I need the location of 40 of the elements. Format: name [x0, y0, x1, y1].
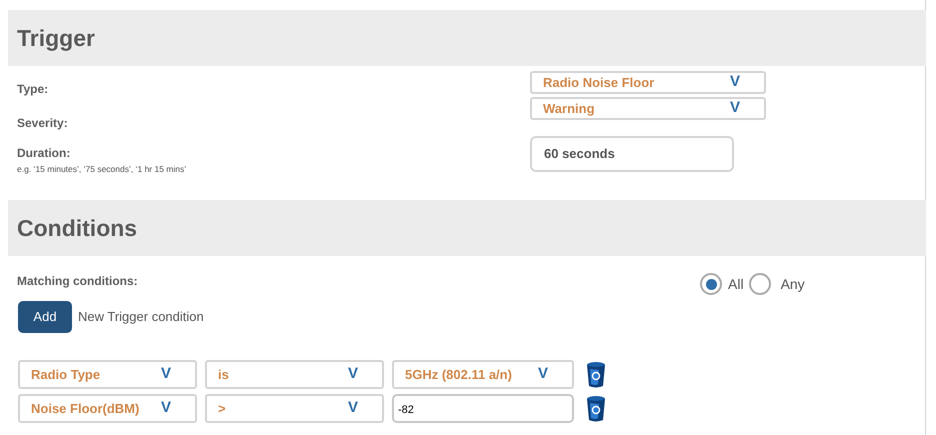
caret-icon: V	[348, 363, 358, 386]
dropdown[interactable]: is V	[205, 360, 384, 389]
dropdown-value: Radio Noise Floor	[543, 74, 654, 92]
caret-icon: V	[160, 397, 171, 420]
caret-icon: V	[730, 97, 740, 120]
dropdown-value: is	[218, 366, 229, 384]
dropdown[interactable]: Radio Type V	[18, 360, 197, 389]
field-label: Matching conditions:	[17, 273, 138, 290]
field-label: Duration:	[17, 145, 72, 162]
section-title: Conditions	[17, 214, 138, 243]
caret-icon: V	[348, 397, 358, 420]
input-field[interactable]: 60 seconds	[530, 136, 734, 172]
trash-icon[interactable]	[586, 395, 606, 422]
dropdown-value: 5GHz (802.11 a/n)	[405, 366, 512, 384]
dropdown-value: >	[218, 400, 226, 418]
radio-label: Any	[780, 274, 805, 294]
caret-icon: V	[160, 363, 171, 386]
dropdown[interactable]: 5GHz (802.11 a/n) V	[392, 360, 574, 389]
dropdown-value: Warning	[543, 100, 595, 118]
caret-icon: V	[538, 363, 548, 386]
radio-button[interactable]	[700, 273, 722, 295]
field-value: -82	[398, 404, 414, 416]
dropdown[interactable]: > V	[205, 394, 384, 423]
caret-icon: V	[730, 71, 740, 94]
field-value: 60 seconds	[544, 145, 615, 164]
dropdown[interactable]: Warning V	[530, 97, 766, 120]
dropdown[interactable]: Noise Floor(dBM) V	[18, 394, 197, 423]
field-label: Type:	[17, 81, 48, 98]
dropdown-value: Noise Floor(dBM)	[31, 400, 140, 418]
trash-icon[interactable]	[586, 361, 606, 388]
add-button[interactable]: Add	[18, 301, 72, 333]
radio-label: All	[728, 274, 744, 294]
field-label: Severity:	[17, 115, 68, 132]
dropdown[interactable]: Radio Noise Floor V	[530, 71, 766, 94]
hint-text: e.g. ‘15 minutes’, ‘75 seconds’, ‘1 hr 15 mins’	[17, 163, 186, 176]
dropdown-value: Radio Type	[31, 366, 100, 384]
text-area[interactable]: -82	[392, 394, 574, 423]
section-title: Trigger	[17, 24, 95, 53]
add-hint: New Trigger condition	[78, 308, 204, 326]
radio-button[interactable]	[748, 273, 771, 295]
